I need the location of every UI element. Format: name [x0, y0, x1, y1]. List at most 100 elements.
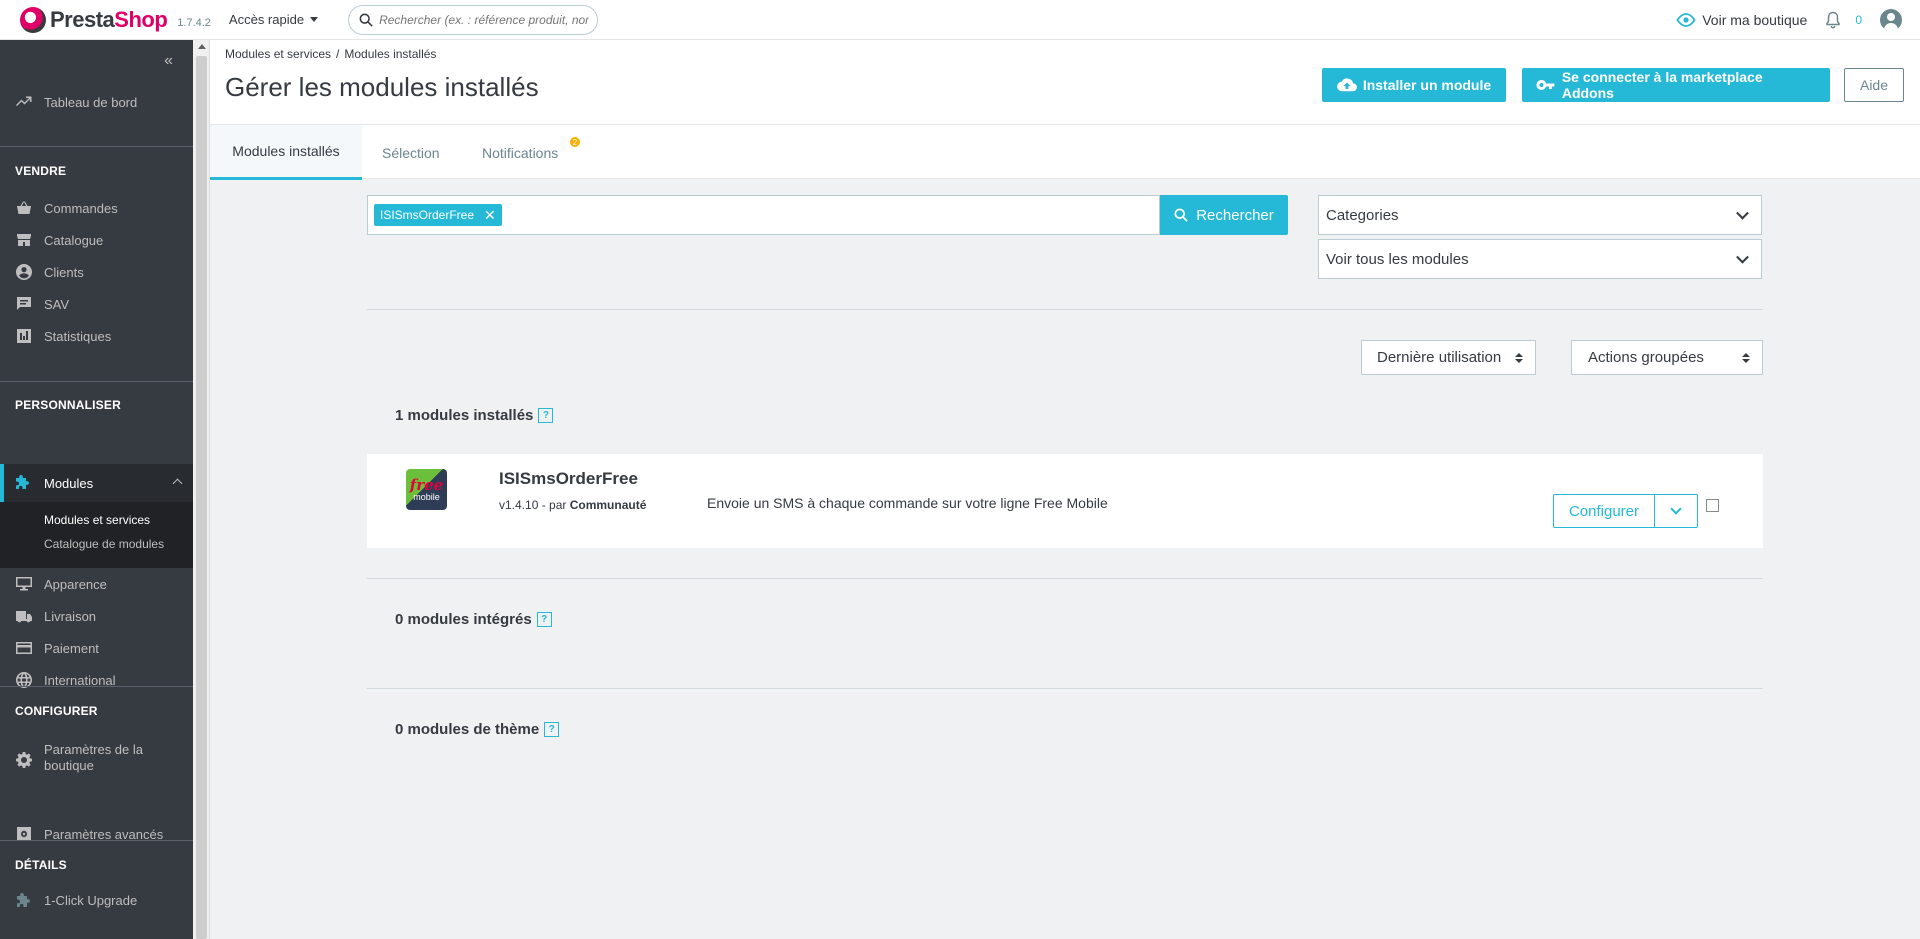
sidebar-divider	[0, 840, 193, 841]
user-avatar-icon[interactable]	[1880, 9, 1902, 31]
sort-arrows-icon	[1515, 352, 1523, 363]
sidebar-submenu-modules: Modules et services Catalogue de modules	[0, 502, 193, 568]
monitor-icon	[15, 575, 33, 593]
puzzle-icon	[15, 891, 33, 909]
sidebar-item-shop-params[interactable]: Paramètres de la boutique	[0, 738, 193, 778]
sidebar-item-stats[interactable]: Statistiques	[0, 321, 193, 351]
sidebar-section-configure: CONFIGURER	[15, 704, 98, 718]
chevron-down-icon	[1736, 206, 1749, 220]
sidebar-item-dashboard[interactable]: Tableau de bord	[0, 87, 193, 117]
help-icon[interactable]: ?	[538, 408, 554, 423]
search-button[interactable]: Rechercher	[1160, 195, 1288, 235]
configure-button[interactable]: Configurer	[1553, 494, 1655, 528]
top-bar: PrestaShop 1.7.4.2 Accès rapide Voir ma …	[0, 0, 1920, 40]
version-label: 1.7.4.2	[177, 16, 211, 29]
breadcrumb: Modules et services / Modules installés	[225, 47, 437, 61]
header-search[interactable]	[348, 4, 599, 35]
store-icon	[15, 231, 33, 249]
module-version-author: v1.4.10 - par Communauté	[499, 498, 647, 512]
tab-installed-modules[interactable]: Modules installés	[210, 125, 362, 180]
chevron-down-icon	[1736, 250, 1749, 264]
bell-icon	[1826, 11, 1841, 29]
help-icon[interactable]: ?	[536, 612, 552, 627]
cloud-upload-icon	[1336, 78, 1357, 92]
sort-arrows-icon	[1742, 352, 1750, 363]
sidebar-section-customize: PERSONNALISER	[15, 398, 121, 412]
sidebar-item-catalog[interactable]: Catalogue	[0, 225, 193, 255]
module-search-input[interactable]: ISISmsOrderFree ✕	[367, 195, 1160, 235]
breadcrumb-item[interactable]: Modules et services	[225, 47, 331, 61]
categories-select[interactable]: Categories	[1318, 195, 1762, 235]
sidebar-subitem-modules-catalog[interactable]: Catalogue de modules	[44, 537, 164, 551]
search-icon	[359, 13, 373, 27]
divider	[367, 688, 1763, 689]
install-module-button[interactable]: Installer un module	[1322, 68, 1506, 102]
search-tag: ISISmsOrderFree ✕	[374, 204, 502, 226]
notification-count: 0	[1855, 13, 1862, 27]
integrated-modules-title: 0 modules intégrés ?	[395, 611, 552, 628]
puzzle-icon	[15, 474, 33, 492]
module-description: Envoie un SMS à chaque commande sur votr…	[707, 495, 1108, 511]
status-select[interactable]: Voir tous les modules	[1318, 239, 1762, 279]
tab-selection[interactable]: Sélection	[382, 125, 440, 180]
sidebar-item-support[interactable]: SAV	[0, 289, 193, 319]
chat-icon	[15, 295, 33, 313]
basket-icon	[15, 199, 33, 217]
logo-text: PrestaShop	[50, 6, 168, 32]
sidebar-item-payment[interactable]: Paiement	[0, 633, 193, 663]
sidebar-item-international[interactable]: International	[0, 665, 193, 695]
sidebar-subitem-modules-services[interactable]: Modules et services	[44, 513, 150, 527]
divider	[367, 578, 1763, 579]
sidebar: « Tableau de bord VENDRE Commandes Catal…	[0, 40, 193, 939]
help-button[interactable]: Aide	[1844, 68, 1904, 102]
page-title: Gérer les modules installés	[225, 72, 539, 102]
sidebar-item-1click-upgrade[interactable]: 1-Click Upgrade	[0, 885, 193, 915]
remove-tag-icon[interactable]: ✕	[484, 208, 496, 222]
help-icon[interactable]: ?	[544, 722, 560, 737]
key-icon	[1536, 80, 1555, 90]
divider	[367, 309, 1763, 310]
sidebar-divider	[0, 381, 193, 382]
bulk-actions-select[interactable]: Actions groupées	[1571, 340, 1763, 375]
breadcrumb-item-current: Modules installés	[344, 47, 437, 61]
scroll-up-arrow-icon[interactable]	[198, 44, 206, 49]
quick-access-menu[interactable]: Accès rapide	[229, 12, 319, 27]
notifications-badge: 2	[570, 137, 580, 147]
sidebar-item-shipping[interactable]: Livraison	[0, 601, 193, 631]
sidebar-section-sell: VENDRE	[15, 164, 67, 178]
sidebar-scrollbar[interactable]	[193, 40, 210, 939]
module-select-checkbox[interactable]	[1706, 499, 1719, 512]
tab-notifications[interactable]: Notifications	[482, 125, 558, 180]
sidebar-divider	[0, 686, 193, 687]
sidebar-section-details: DÉTAILS	[15, 858, 67, 872]
sidebar-divider	[0, 146, 193, 147]
prestashop-logo[interactable]: PrestaShop 1.7.4.2	[20, 0, 211, 40]
installed-modules-title: 1 modules installés ?	[395, 407, 554, 424]
connect-addons-button[interactable]: Se connecter à la marketplace Addons	[1522, 68, 1830, 102]
module-item: free mobile ISISmsOrderFree v1.4.10 - pa…	[367, 454, 1763, 548]
trending-up-icon	[15, 93, 33, 111]
account-circle-icon	[15, 263, 33, 281]
module-actions-dropdown[interactable]	[1654, 494, 1698, 528]
search-icon	[1174, 208, 1188, 222]
sidebar-item-appearance[interactable]: Apparence	[0, 569, 193, 599]
module-logo: free mobile	[406, 469, 447, 510]
sidebar-item-modules[interactable]: Modules	[0, 464, 193, 502]
collapse-sidebar-icon[interactable]: «	[164, 52, 173, 70]
sort-select[interactable]: Dernière utilisation	[1361, 340, 1536, 375]
sidebar-item-orders[interactable]: Commandes	[0, 193, 193, 223]
notifications-button[interactable]: 0	[1825, 11, 1862, 29]
caret-down-icon	[310, 17, 319, 22]
view-shop-link[interactable]: Voir ma boutique	[1676, 12, 1807, 28]
module-tabs: Modules installés Sélection Notification…	[210, 124, 1920, 180]
sidebar-item-advanced-params[interactable]: Paramètres avancés	[0, 819, 193, 849]
eye-icon	[1676, 13, 1696, 27]
chevron-down-icon	[1670, 503, 1682, 515]
page-header: Modules et services / Modules installés Gé…	[210, 40, 1920, 124]
chevron-up-icon	[172, 478, 183, 489]
sidebar-item-customers[interactable]: Clients	[0, 257, 193, 287]
header-search-input[interactable]	[379, 12, 590, 27]
scrollbar-thumb[interactable]	[196, 56, 207, 939]
bar-chart-icon	[15, 327, 33, 345]
gear-icon	[15, 751, 33, 769]
